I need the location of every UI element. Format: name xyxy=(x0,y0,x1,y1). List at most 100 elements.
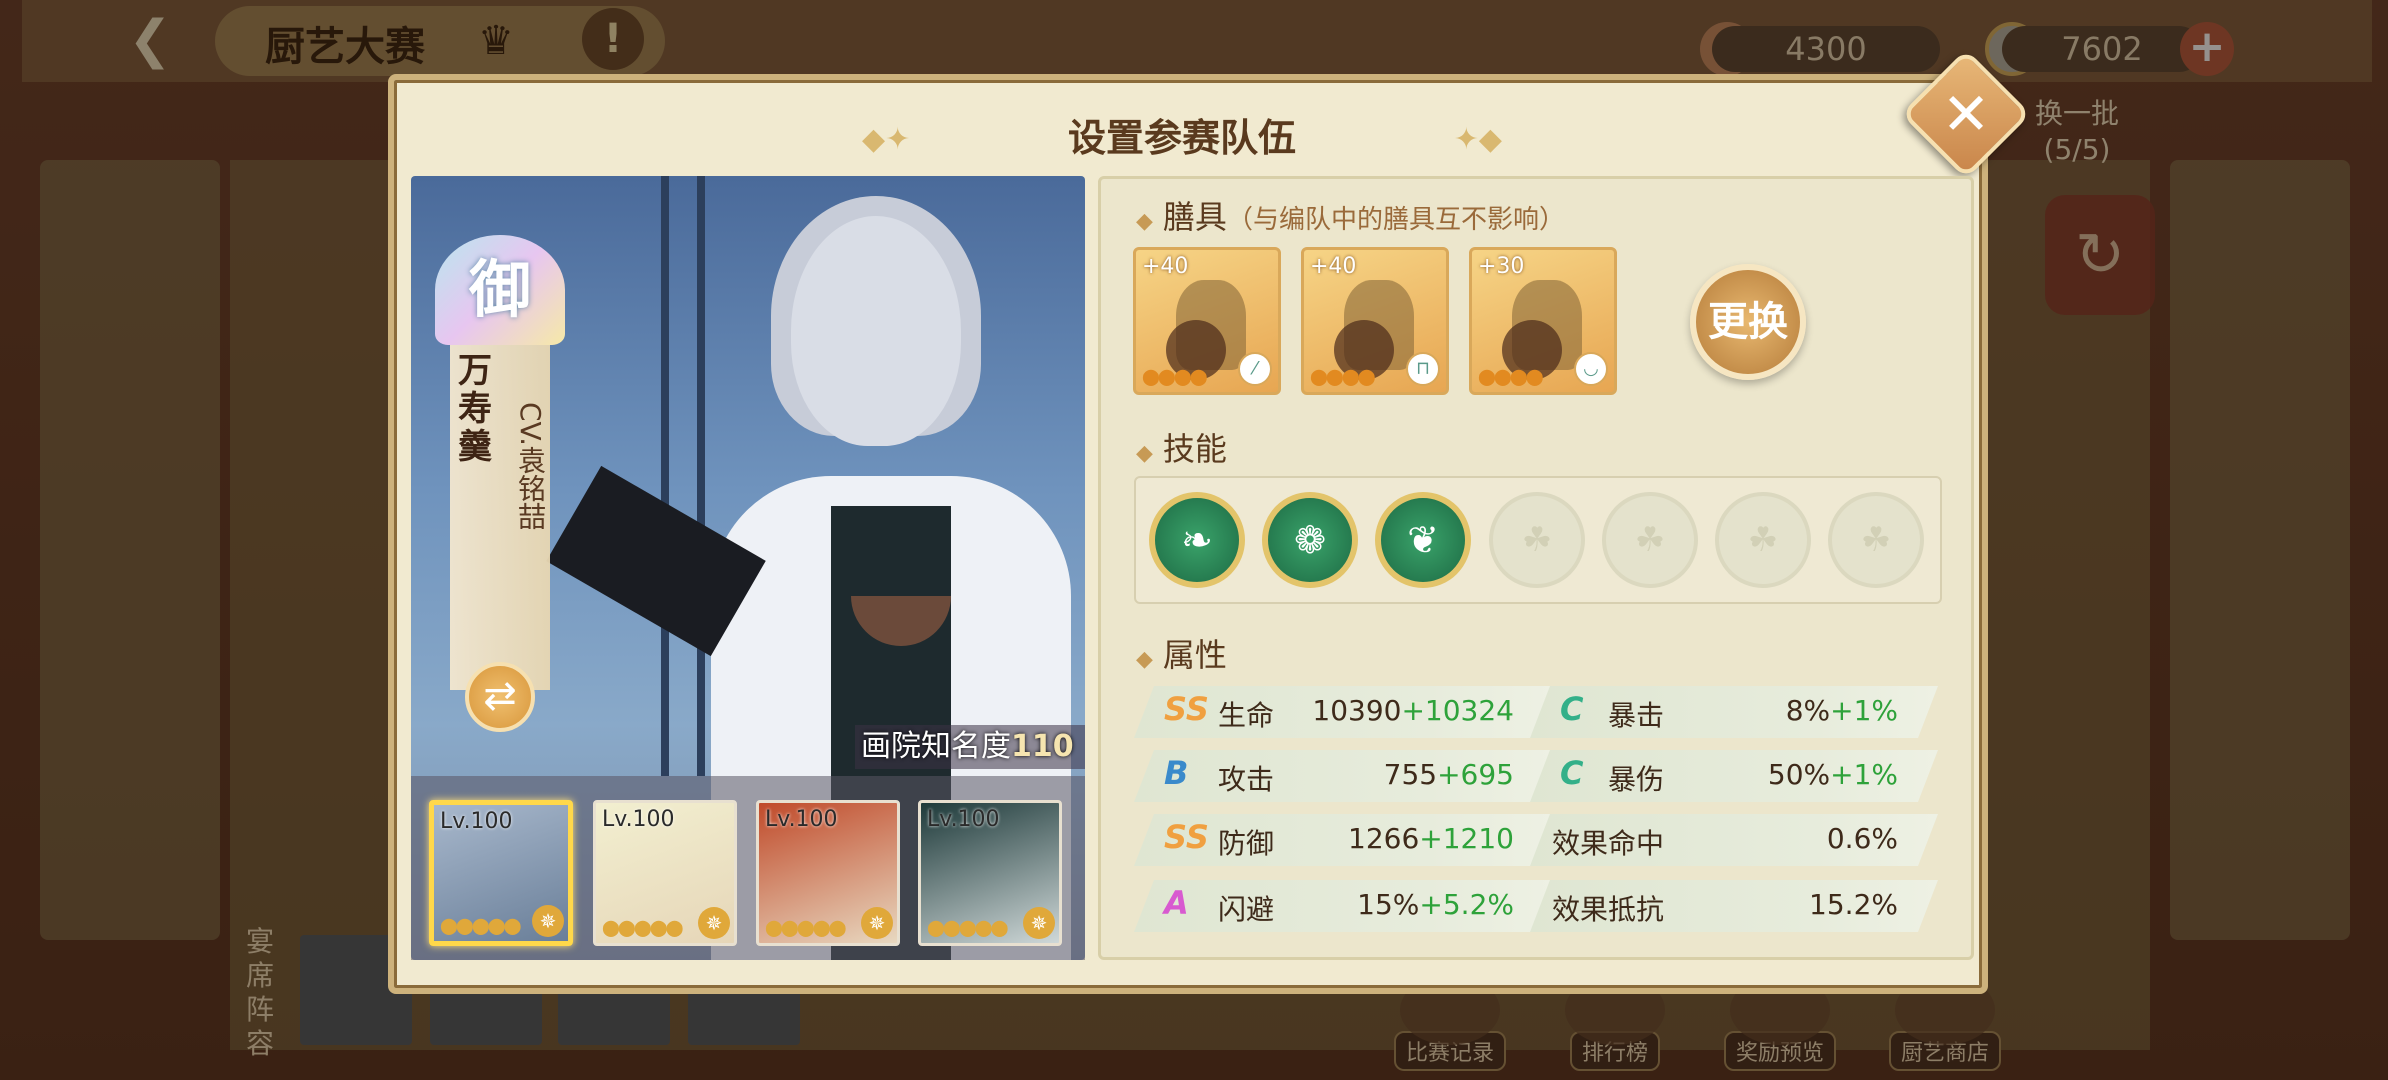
attr-label: 效果抵抗 xyxy=(1552,893,1665,926)
spoon-icon: ⁄ xyxy=(1238,352,1272,386)
attr-def: SS 防御 1266+1210 xyxy=(1134,814,1554,866)
attr-label: 防御 xyxy=(1218,827,1275,860)
locked-skill-icon: ☘ xyxy=(1602,492,1698,588)
attr-base: 8% xyxy=(1785,694,1831,727)
attr-label: 闪避 xyxy=(1218,893,1275,926)
grade-badge: SS xyxy=(1164,818,1209,856)
card-level: Lv.100 xyxy=(765,807,838,832)
star-icons: ⬤⬤⬤⬤ xyxy=(1142,367,1208,386)
attr-bonus: +5.2% xyxy=(1419,888,1514,921)
sun-icon: ✵ xyxy=(861,907,893,939)
character-name: 万寿羹 xyxy=(458,351,492,467)
team-card-4[interactable]: Lv.100 ⬤⬤⬤⬤⬤ ✵ xyxy=(918,800,1062,946)
attr-crit: C 暴击 8%+1% xyxy=(1530,686,1938,738)
attr-value: 0.6% xyxy=(1827,822,1898,855)
sun-icon: ✵ xyxy=(1023,907,1055,939)
star-icons: ⬤⬤⬤⬤⬤ xyxy=(440,916,522,935)
skill-icon-2[interactable]: ❁ xyxy=(1262,492,1358,588)
attributes-title: 属性 xyxy=(1162,636,1227,674)
grade-badge: B xyxy=(1164,754,1189,792)
attr-crit-dmg: C 暴伤 50%+1% xyxy=(1530,750,1938,802)
fame-label: 画院知名度110 xyxy=(855,725,1085,769)
star-icons: ⬤⬤⬤⬤⬤ xyxy=(927,918,1009,937)
star-icons: ⬤⬤⬤⬤⬤ xyxy=(765,918,847,937)
attr-base: 15% xyxy=(1357,888,1420,921)
attr-bonus: +1% xyxy=(1830,758,1898,791)
locked-skill-icon: ☘ xyxy=(1828,492,1924,588)
rank-badge: 御 xyxy=(435,235,565,345)
card-level: Lv.100 xyxy=(440,809,513,834)
team-card-3[interactable]: Lv.100 ⬤⬤⬤⬤⬤ ✵ xyxy=(756,800,900,946)
attr-value: 8%+1% xyxy=(1786,694,1898,727)
window-frame xyxy=(697,176,705,776)
attr-label: 攻击 xyxy=(1218,763,1275,796)
attr-base: 0.6% xyxy=(1826,822,1898,855)
card-level: Lv.100 xyxy=(927,807,1000,832)
skill-icon-3[interactable]: ❦ xyxy=(1375,492,1471,588)
tools-title: 膳具 xyxy=(1162,198,1227,236)
close-icon[interactable]: ✕ xyxy=(1930,78,2002,150)
window-frame xyxy=(661,176,669,776)
team-card-1[interactable]: Lv.100 ⬤⬤⬤⬤⬤ ✵ xyxy=(429,800,573,946)
attr-bonus: +1% xyxy=(1830,694,1898,727)
attr-hp: SS 生命 10390+10324 xyxy=(1134,686,1554,738)
tool-plus: +30 xyxy=(1478,254,1525,279)
diamond-icon: ◆ xyxy=(1136,441,1153,466)
diamond-icon: ◆ xyxy=(1136,209,1153,234)
star-icons: ⬤⬤⬤⬤⬤ xyxy=(602,918,684,937)
swap-character-icon[interactable]: ⇄ xyxy=(465,662,535,732)
tools-header: ◆ 膳具（与编队中的膳具互不影响） xyxy=(1136,192,1565,238)
attr-base: 10390 xyxy=(1312,694,1402,727)
star-icons: ⬤⬤⬤⬤ xyxy=(1478,367,1544,386)
attr-label: 暴伤 xyxy=(1608,763,1665,796)
card-level: Lv.100 xyxy=(602,807,675,832)
attr-bonus: +10324 xyxy=(1401,694,1514,727)
tool-card-3[interactable]: +30 ⬤⬤⬤⬤ ◡ xyxy=(1469,247,1617,395)
character-head xyxy=(791,216,961,446)
skill-icon-1[interactable]: ❧ xyxy=(1149,492,1245,588)
attr-effect-resist: 效果抵抗 15.2% xyxy=(1530,880,1938,932)
attr-dodge: A 闪避 15%+5.2% xyxy=(1134,880,1554,932)
attr-base: 1266 xyxy=(1348,822,1420,855)
attr-label: 暴击 xyxy=(1608,699,1665,732)
tool-plus: +40 xyxy=(1142,254,1189,279)
tool-plus: +40 xyxy=(1310,254,1357,279)
fame-value: 110 xyxy=(1011,729,1074,764)
change-tools-button[interactable]: 更换 xyxy=(1690,264,1806,380)
team-card-2[interactable]: Lv.100 ⬤⬤⬤⬤⬤ ✵ xyxy=(593,800,737,946)
attributes-header: ◆ 属性 xyxy=(1136,630,1227,676)
modal-title-bar: ◆✦ 设置参赛队伍 ✦◆ xyxy=(862,110,1502,166)
attr-label: 生命 xyxy=(1218,699,1275,732)
star-icons: ⬤⬤⬤⬤ xyxy=(1310,367,1376,386)
attr-value: 15.2% xyxy=(1809,888,1898,921)
bowl-icon: ◡ xyxy=(1574,352,1608,386)
locked-skill-icon: ☘ xyxy=(1715,492,1811,588)
attr-value: 15%+5.2% xyxy=(1357,888,1514,921)
attr-atk: B 攻击 755+695 xyxy=(1134,750,1554,802)
attr-base: 15.2% xyxy=(1809,888,1898,921)
sun-icon: ✵ xyxy=(532,905,564,937)
attr-bonus: +1210 xyxy=(1419,822,1514,855)
character-cv: CV.袁铭喆 xyxy=(514,402,547,530)
skills-title: 技能 xyxy=(1162,430,1227,468)
fame-text: 画院知名度 xyxy=(861,729,1011,764)
tools-note: （与编队中的膳具互不影响） xyxy=(1226,205,1565,235)
attr-base: 755 xyxy=(1383,758,1438,791)
grade-badge: C xyxy=(1560,690,1584,728)
attr-base: 50% xyxy=(1767,758,1831,791)
ornament-icon: ✦◆ xyxy=(1453,122,1502,157)
diamond-icon: ◆ xyxy=(1136,647,1153,672)
locked-skill-icon: ☘ xyxy=(1489,492,1585,588)
attr-value: 10390+10324 xyxy=(1312,694,1514,727)
modal-title: 设置参赛队伍 xyxy=(1067,115,1296,160)
tool-card-1[interactable]: +40 ⬤⬤⬤⬤ ⁄ xyxy=(1133,247,1281,395)
attr-bonus: +695 xyxy=(1437,758,1514,791)
grade-badge: A xyxy=(1164,884,1189,922)
grade-badge: SS xyxy=(1164,690,1209,728)
sun-icon: ✵ xyxy=(698,907,730,939)
pot-icon: ⊓ xyxy=(1406,352,1440,386)
skills-header: ◆ 技能 xyxy=(1136,424,1227,470)
attr-value: 50%+1% xyxy=(1768,758,1898,791)
attr-effect-hit: 效果命中 0.6% xyxy=(1530,814,1938,866)
tool-card-2[interactable]: +40 ⬤⬤⬤⬤ ⊓ xyxy=(1301,247,1449,395)
